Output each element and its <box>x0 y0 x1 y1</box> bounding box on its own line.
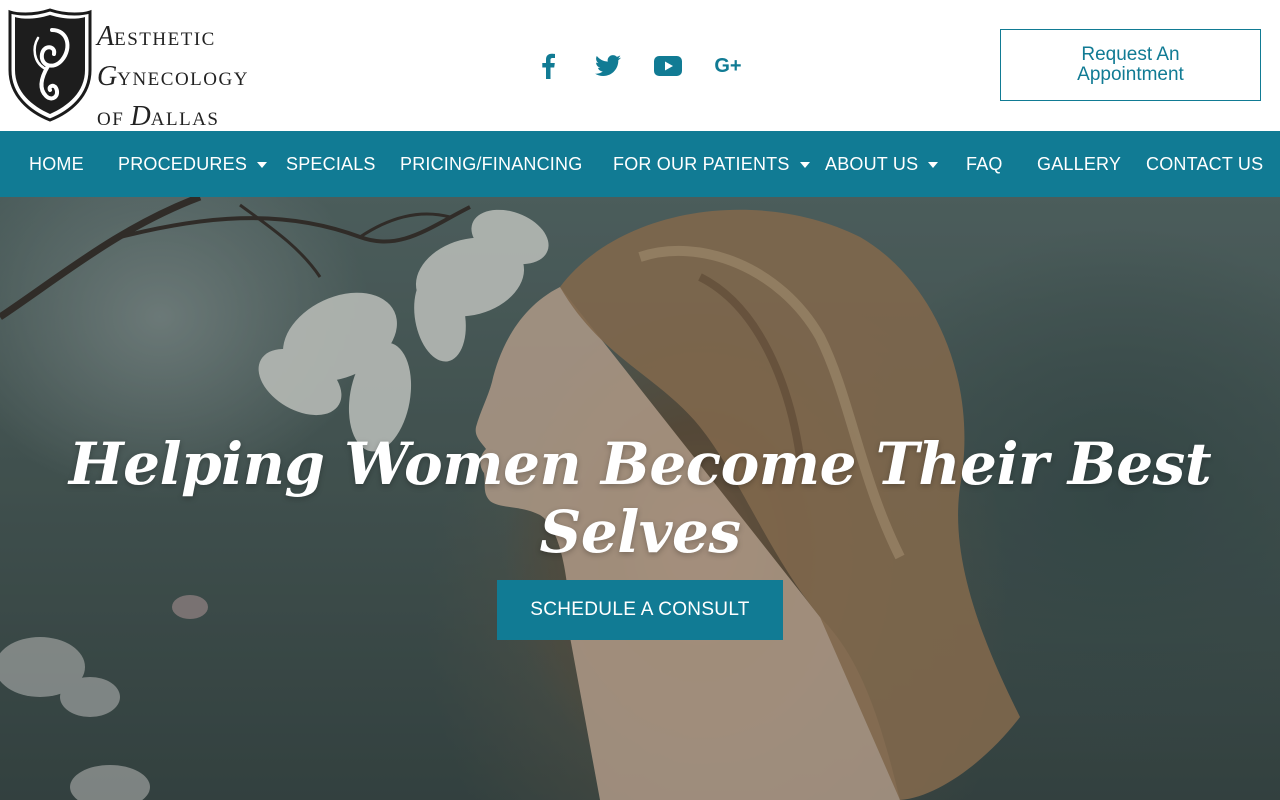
facebook-icon <box>542 53 555 79</box>
logo-line-2: GYNECOLOGY <box>97 58 249 98</box>
request-appointment-label-line1: Request An <box>1081 44 1180 65</box>
google-plus-link[interactable]: G+ <box>710 48 746 84</box>
nav-item-label: GALLERY <box>1037 153 1122 174</box>
nav-item-pricing-financing[interactable]: PRICING/FINANCING <box>400 131 582 197</box>
google-plus-icon: G+ <box>714 54 742 77</box>
facebook-link[interactable] <box>530 48 566 84</box>
nav-item-about-us[interactable]: ABOUT US <box>825 131 939 197</box>
youtube-link[interactable] <box>650 48 686 84</box>
twitter-icon <box>595 55 621 76</box>
logo-line-1: AESTHETIC <box>97 18 249 58</box>
youtube-icon <box>654 56 682 76</box>
site-logo[interactable]: AESTHETIC GYNECOLOGY OF DALLAS <box>8 8 288 132</box>
chevron-down-icon <box>799 162 810 168</box>
logo-word-dallas: ALLAS <box>150 109 220 130</box>
request-appointment-label-line2: Appointment <box>1077 64 1184 85</box>
nav-item-label: PRICING/FINANCING <box>400 153 583 174</box>
twitter-link[interactable] <box>590 48 626 84</box>
nav-item-home[interactable]: HOME <box>29 131 84 197</box>
logo-word-of: OF <box>97 109 131 130</box>
logo-word-aesthetic: ESTHETIC <box>114 29 216 50</box>
nav-item-label: HOME <box>29 153 84 174</box>
nav-item-specials[interactable]: SPECIALS <box>286 131 376 197</box>
logo-cap-a: A <box>97 21 115 52</box>
nav-item-label: SPECIALS <box>286 153 376 174</box>
logo-word-gynecology: YNECOLOGY <box>117 69 249 90</box>
shield-emblem-icon <box>8 8 92 122</box>
nav-item-label: FAQ <box>966 153 1003 174</box>
nav-item-label: FOR OUR PATIENTS <box>613 153 790 174</box>
request-appointment-button[interactable]: Request An Appointment <box>1000 29 1261 101</box>
hero-section: Helping Women Become Their Best Selves S… <box>0 197 1280 800</box>
nav-item-procedures[interactable]: PROCEDURES <box>118 131 268 197</box>
chevron-down-icon <box>257 162 268 168</box>
hero-title: Helping Women Become Their Best Selves <box>68 430 1212 566</box>
nav-item-gallery[interactable]: GALLERY <box>1037 131 1121 197</box>
nav-item-label: ABOUT US <box>825 153 919 174</box>
main-nav-list: HOME PROCEDURES SPECIALS PRICING/FINANCI… <box>0 131 1280 197</box>
nav-item-faq[interactable]: FAQ <box>966 131 1003 197</box>
schedule-consult-button[interactable]: SCHEDULE A CONSULT <box>497 580 783 640</box>
nav-item-for-our-patients[interactable]: FOR OUR PATIENTS <box>613 131 810 197</box>
nav-item-label: CONTACT US <box>1146 153 1264 174</box>
chevron-down-icon <box>928 162 939 168</box>
social-links: G+ <box>530 48 770 84</box>
site-header: AESTHETIC GYNECOLOGY OF DALLAS G+ Reques… <box>0 0 1280 132</box>
logo-wordmark: AESTHETIC GYNECOLOGY OF DALLAS <box>97 18 249 138</box>
main-nav: HOME PROCEDURES SPECIALS PRICING/FINANCI… <box>0 131 1280 197</box>
nav-item-contact-us[interactable]: CONTACT US <box>1146 131 1263 197</box>
logo-cap-d: D <box>130 101 151 132</box>
logo-cap-g: G <box>97 61 118 92</box>
nav-item-label: PROCEDURES <box>118 153 248 174</box>
